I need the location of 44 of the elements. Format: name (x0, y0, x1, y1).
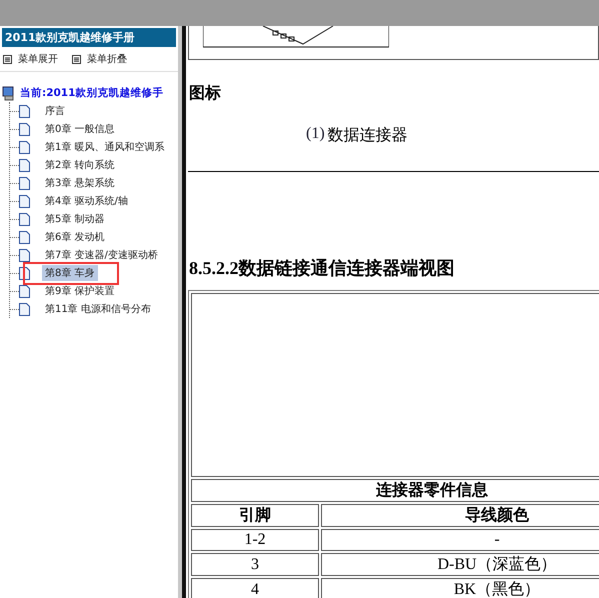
table-cell: - (321, 529, 599, 551)
tree-item[interactable]: 第0章 一般信息 (42, 121, 118, 137)
menu-icon (72, 54, 81, 64)
menu-icon (3, 54, 12, 64)
tree-item[interactable]: 第3章 悬架系统 (42, 175, 118, 191)
tree-item[interactable]: 第4章 驱动系统/轴 (42, 193, 131, 209)
table-cell: 1-2 (191, 529, 319, 551)
document-icon (19, 284, 30, 298)
splitter[interactable] (178, 26, 186, 598)
table-cell: BK（黑色） (321, 578, 599, 598)
document-icon (19, 248, 30, 262)
document-icon (19, 194, 30, 208)
tree-item[interactable]: 第2章 转向系统 (42, 157, 118, 173)
document-icon (19, 140, 30, 154)
table-cell: 3 (191, 553, 319, 576)
section-heading: 8.5.2.2数据链接通信连接器端视图 (189, 257, 456, 280)
document-icon (19, 212, 30, 226)
table-cell: 4 (191, 578, 319, 598)
tree-item[interactable]: 第1章 暖风、通风和空调系 (42, 139, 168, 155)
legend-heading: 图标 (189, 84, 222, 104)
tree-root[interactable]: 当前:2011款别克凯越维修手 (20, 86, 164, 100)
document-icon (19, 230, 30, 244)
column-header: 引脚 (191, 504, 319, 527)
document-icon (19, 158, 30, 172)
legend-text: 数据连接器 (328, 126, 408, 146)
tree-item[interactable]: 第7章 变速器/变速驱动桥 (42, 247, 161, 263)
menu-action[interactable]: 菜单展开 (3, 52, 58, 66)
table-caption: 连接器零件信息 (191, 479, 599, 502)
tree-item[interactable]: 第9章 保护装置 (42, 283, 118, 299)
tree-item[interactable]: 第5章 制动器 (42, 211, 108, 227)
tree-item[interactable]: 第8章 车身 (42, 265, 98, 281)
document-icon (19, 104, 30, 118)
document-icon (19, 302, 30, 316)
menu-action[interactable]: 菜单折叠 (72, 52, 127, 66)
computer-icon (2, 86, 16, 100)
tree-item[interactable]: 第11章 电源和信号分布 (42, 301, 154, 317)
sidebar-title: 2011款别克凯越维修手册 (2, 28, 176, 47)
legend-number: (1) (306, 125, 325, 144)
table-cell: D-BU（深蓝色） (321, 553, 599, 576)
tree-item[interactable]: 序言 (42, 103, 68, 119)
tree-item[interactable]: 第6章 发动机 (42, 229, 108, 245)
column-header: 导线颜色 (321, 504, 599, 527)
document-icon (19, 122, 30, 136)
document-icon (19, 176, 30, 190)
